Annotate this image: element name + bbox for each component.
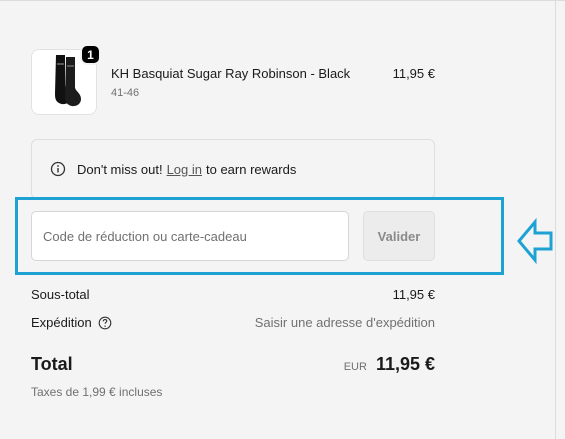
help-icon[interactable] [98, 316, 112, 330]
login-link[interactable]: Log in [167, 162, 202, 177]
product-name: KH Basquiat Sugar Ray Robinson - Black [111, 66, 351, 81]
subtotal-label: Sous-total [31, 287, 90, 302]
rewards-message: Don't miss out! Log in to earn rewards [50, 160, 296, 178]
product-price: 11,95 € [392, 66, 435, 81]
total-value: EUR 11,95 € [344, 354, 435, 375]
rewards-text-before: Don't miss out! [77, 161, 163, 177]
shipping-value: Saisir une adresse d'expédition [254, 315, 435, 330]
shipping-label: Expédition [31, 315, 92, 330]
total-amount: 11,95 € [375, 354, 435, 374]
column-divider [555, 0, 556, 439]
shipping-row-label: Expédition [31, 315, 112, 330]
taxes-note: Taxes de 1,99 € incluses [31, 385, 163, 399]
left-arrow-icon [517, 218, 553, 264]
total-label: Total [31, 354, 73, 374]
product-variant: 41-46 [111, 87, 140, 99]
highlight-frame [15, 197, 504, 275]
subtotal-value: 11,95 € [392, 287, 435, 302]
top-divider [0, 0, 565, 3]
quantity-badge: 1 [80, 44, 101, 65]
rewards-text-after: to earn rewards [206, 161, 297, 177]
sock-pair-icon [55, 55, 81, 107]
total-currency: EUR [343, 361, 367, 373]
info-icon [50, 161, 66, 177]
